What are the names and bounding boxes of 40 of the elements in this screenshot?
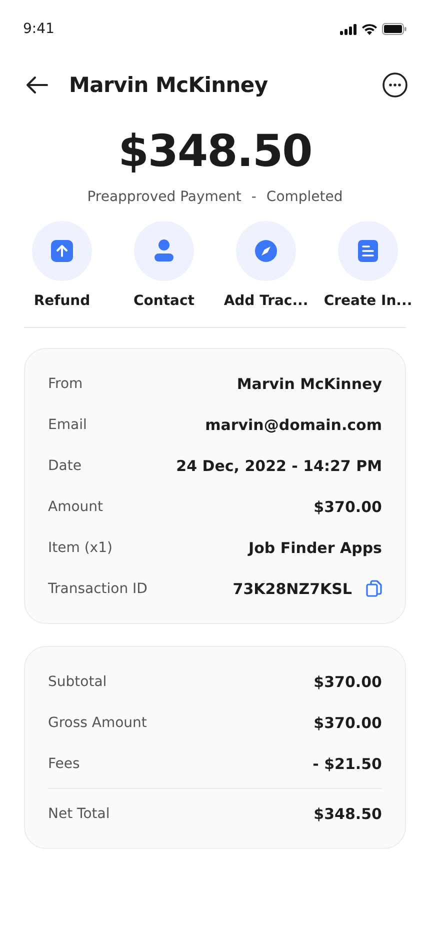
separator: - <box>251 189 256 205</box>
upload-icon <box>50 239 74 263</box>
summary-label: Net Total <box>48 806 110 822</box>
more-icon[interactable] <box>382 72 408 98</box>
summary-value: $370.00 <box>314 672 382 690</box>
page-title: Marvin McKinney <box>69 73 269 97</box>
payment-amount: $348.50 <box>117 126 313 177</box>
compass-icon <box>254 239 278 263</box>
detail-label: Date <box>48 458 82 474</box>
action-label: Create In... <box>324 293 412 309</box>
payment-status: Completed <box>266 189 343 205</box>
summary-value: $370.00 <box>314 714 382 732</box>
summary-label: Gross Amount <box>48 714 147 730</box>
action-label: Add Trac... <box>224 293 308 309</box>
summary-value: $348.50 <box>314 804 382 822</box>
summary-label: Fees <box>48 756 80 772</box>
status-time: 9:41 <box>23 21 54 37</box>
action-label: Contact <box>134 293 194 309</box>
copy-icon[interactable] <box>366 580 382 597</box>
back-icon[interactable] <box>26 76 48 94</box>
detail-label: Transaction ID <box>48 580 148 596</box>
detail-value: Job Finder Apps <box>248 538 382 556</box>
payment-type: Preapproved Payment <box>87 189 242 205</box>
detail-label: Amount <box>48 498 104 514</box>
detail-value: 73K28NZ7KSL <box>232 580 352 598</box>
detail-value: Marvin McKinney <box>236 374 382 392</box>
signal-icon <box>340 24 357 34</box>
detail-value: 24 Dec, 2022 - 14:27 PM <box>176 456 382 474</box>
battery-icon <box>382 23 407 35</box>
detail-value: $370.00 <box>314 498 382 516</box>
summary-value: - $21.50 <box>312 754 382 772</box>
action-label: Refund <box>34 293 90 309</box>
detail-value: marvin@domain.com <box>205 416 382 434</box>
detail-label: From <box>48 376 83 392</box>
wifi-icon <box>362 24 377 34</box>
detail-label: Item (x1) <box>48 540 112 556</box>
summary-label: Subtotal <box>48 674 107 690</box>
detail-label: Email <box>48 416 87 432</box>
person-icon <box>153 239 175 263</box>
document-icon <box>357 239 379 263</box>
